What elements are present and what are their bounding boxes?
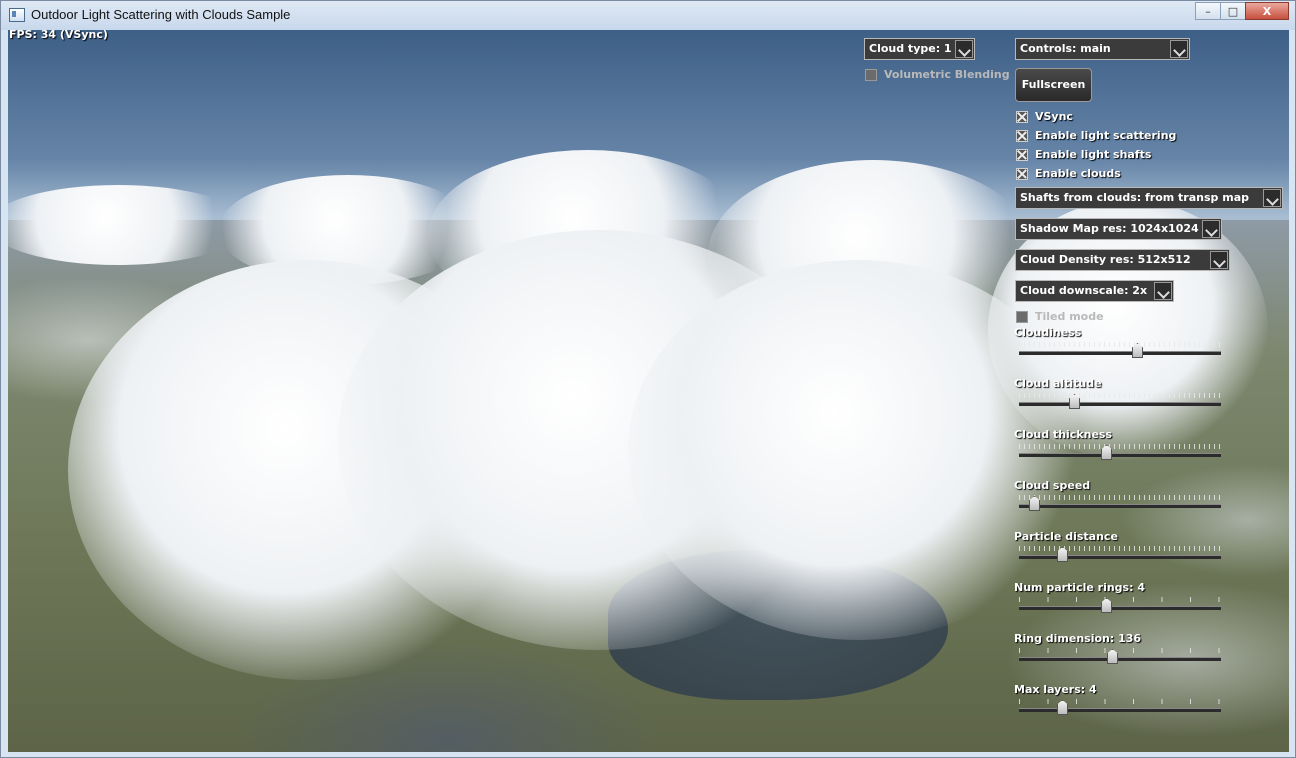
caption-buttons: – □ X [1195,2,1289,20]
slider-ticks [1019,597,1221,602]
light-scattering-checkbox[interactable]: Enable light scattering [1016,129,1176,143]
close-icon: X [1262,4,1272,18]
slider-label: Ring dimension: 136 [1014,632,1142,645]
shadow-map-value: Shadow Map res: 1024x1024 [1020,222,1199,235]
chevron-down-icon[interactable] [1154,282,1172,300]
slider[interactable] [1019,646,1221,668]
slider[interactable] [1019,595,1221,617]
checkbox-box [865,69,877,81]
slider-track[interactable] [1019,657,1221,661]
slider[interactable] [1019,340,1221,362]
cloud-downscale-value: Cloud downscale: 2x [1020,284,1148,297]
enable-clouds-checkbox[interactable]: Enable clouds [1016,167,1121,181]
minimize-button[interactable]: – [1195,2,1221,20]
slider-label: Num particle rings: 4 [1014,581,1145,594]
cloud-density-value: Cloud Density res: 512x512 [1020,253,1191,266]
cloud-density-res-combo[interactable]: Cloud Density res: 512x512 [1015,249,1230,271]
chevron-down-icon[interactable] [1263,189,1281,207]
maximize-button[interactable]: □ [1220,2,1246,20]
shadow-map-res-combo[interactable]: Shadow Map res: 1024x1024 [1015,218,1222,240]
slider-track[interactable] [1019,504,1221,508]
close-button[interactable]: X [1245,2,1289,20]
slider-track[interactable] [1019,351,1221,355]
slider-label: Cloudiness [1014,326,1082,339]
enable-clouds-label: Enable clouds [1035,167,1121,180]
cloud-downscale-combo[interactable]: Cloud downscale: 2x [1015,280,1174,302]
vsync-checkbox[interactable]: VSync [1016,110,1073,124]
slider-label: Cloud speed [1014,479,1091,492]
shafts-value: Shafts from clouds: from transp map [1020,191,1249,204]
slider[interactable] [1019,697,1221,719]
chevron-down-icon[interactable] [1170,40,1188,58]
shafts-from-clouds-combo[interactable]: Shafts from clouds: from transp map [1015,187,1283,209]
slider-track[interactable] [1019,402,1221,406]
checkbox-box [1016,149,1028,161]
vsync-label: VSync [1035,110,1073,123]
slider-label: Particle distance [1014,530,1118,543]
maximize-icon: □ [1227,4,1239,18]
slider-ticks [1019,495,1221,500]
chevron-down-icon[interactable] [955,40,973,58]
light-shafts-checkbox[interactable]: Enable light shafts [1016,148,1151,162]
slider-ticks [1019,444,1221,449]
minimize-icon: – [1205,4,1211,18]
checkbox-box [1016,311,1028,323]
slider-ticks [1019,342,1221,347]
cloud-type-combo[interactable]: Cloud type: 1 [864,38,975,60]
cloud-type-value: Cloud type: 1 [869,42,952,55]
slider[interactable] [1019,544,1221,566]
slider-track[interactable] [1019,606,1221,610]
slider-track[interactable] [1019,453,1221,457]
light-scattering-label: Enable light scattering [1035,129,1177,142]
slider[interactable] [1019,442,1221,464]
slider-ticks [1019,393,1221,398]
slider-label: Max layers: 4 [1014,683,1097,696]
app-icon [9,8,25,22]
volumetric-blending-label: Volumetric Blending [884,68,1010,81]
slider-ticks [1019,648,1221,653]
slider[interactable] [1019,493,1221,515]
slider-track[interactable] [1019,555,1221,559]
light-shafts-label: Enable light shafts [1035,148,1152,161]
slider-track[interactable] [1019,708,1221,712]
tiled-mode-label: Tiled mode [1035,310,1104,323]
slider[interactable] [1019,391,1221,413]
app-window: Outdoor Light Scattering with Clouds Sam… [0,0,1296,758]
chevron-down-icon[interactable] [1210,251,1228,269]
checkbox-box [1016,168,1028,180]
fullscreen-button[interactable]: Fullscreen [1015,68,1092,102]
tiled-mode-checkbox[interactable]: Tiled mode [1016,310,1104,324]
checkbox-box [1016,130,1028,142]
title-bar[interactable]: Outdoor Light Scattering with Clouds Sam… [1,1,1295,30]
chevron-down-icon[interactable] [1202,220,1220,238]
controls-combo[interactable]: Controls: main [1015,38,1190,60]
slider-ticks [1019,546,1221,551]
window-title: Outdoor Light Scattering with Clouds Sam… [31,7,291,22]
volumetric-blending-checkbox[interactable]: Volumetric Blending [865,68,1010,82]
controls-value: Controls: main [1020,42,1111,55]
slider-label: Cloud thickness [1014,428,1113,441]
checkbox-box [1016,111,1028,123]
fps-counter: FPS: 34 (VSync) [9,28,108,41]
slider-ticks [1019,699,1221,704]
slider-label: Cloud altitude [1014,377,1102,390]
